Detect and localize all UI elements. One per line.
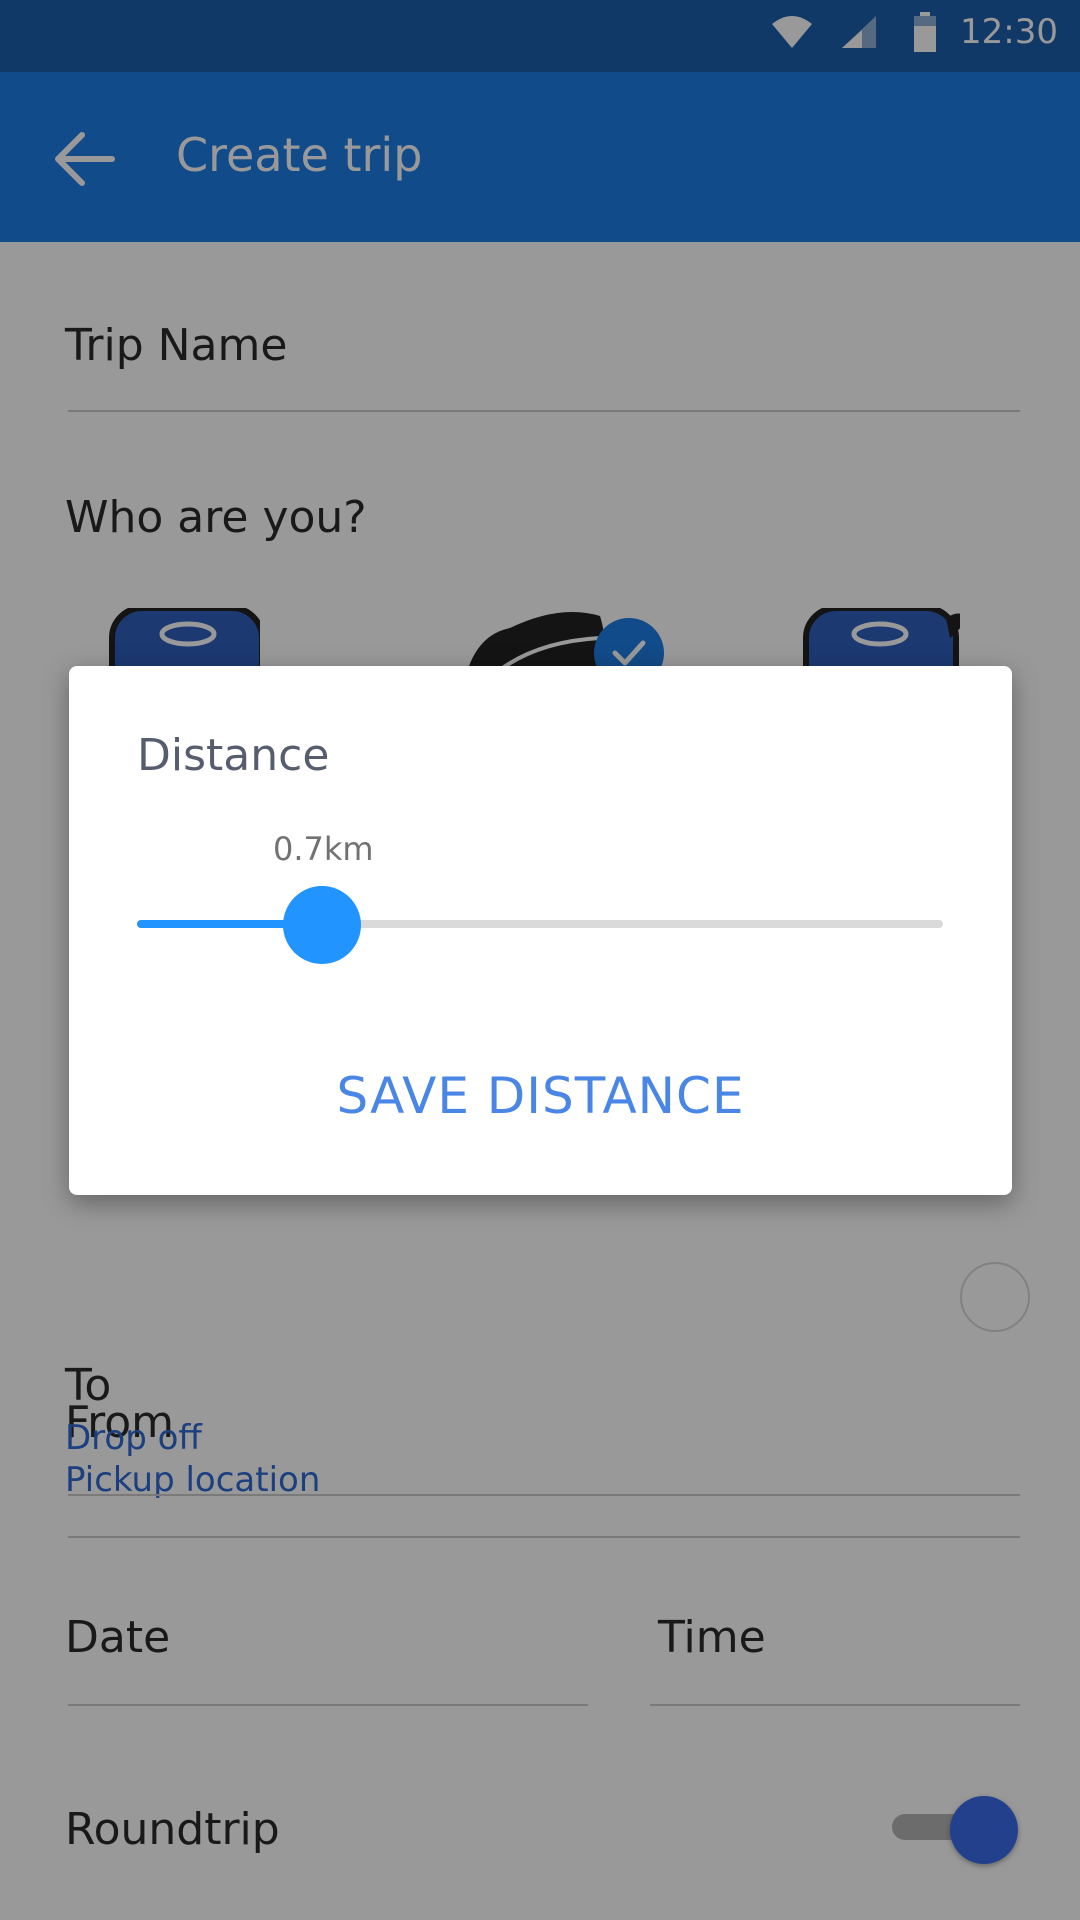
distance-dialog: Distance 0.7km SAVE DISTANCE: [69, 666, 1012, 1195]
slider-value-label: 0.7km: [273, 830, 374, 868]
dialog-title: Distance: [137, 730, 330, 781]
distance-slider[interactable]: [137, 886, 943, 966]
slider-thumb[interactable]: [283, 886, 362, 964]
save-distance-button[interactable]: SAVE DISTANCE: [69, 1046, 1012, 1146]
